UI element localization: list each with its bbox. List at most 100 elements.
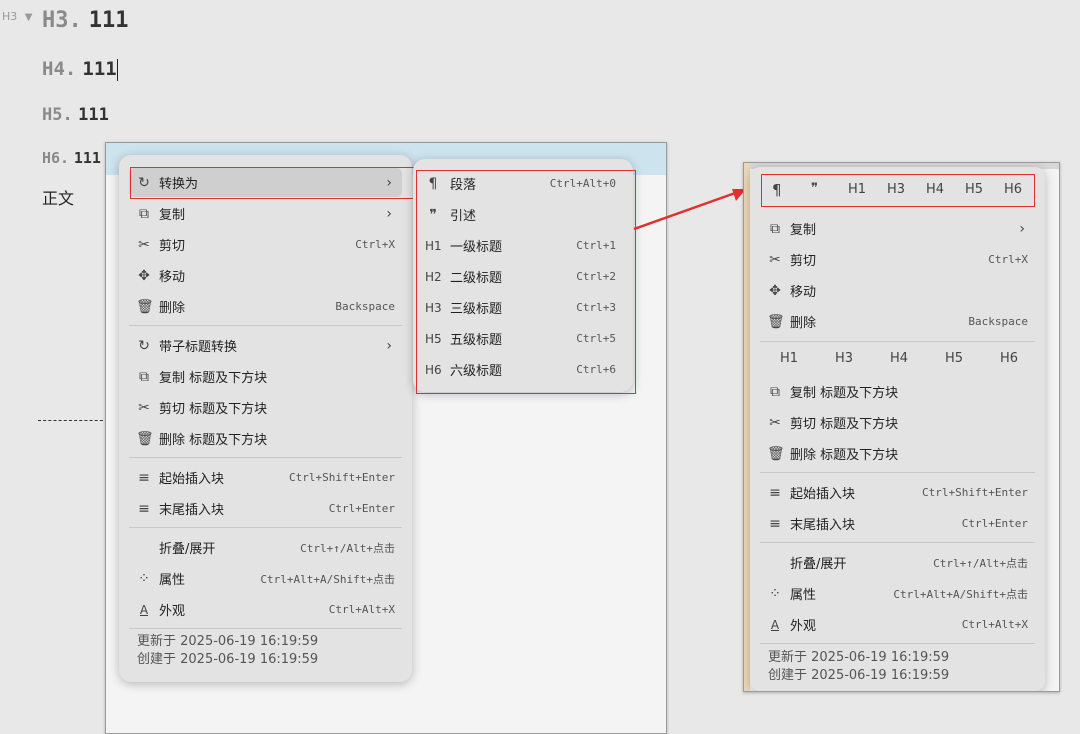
menu-label: 属性: [159, 573, 186, 588]
chevron-right-icon: ›: [1019, 220, 1025, 237]
menu-item-appearance[interactable]: A 外观 Ctrl+Alt+X: [119, 594, 412, 625]
menu-label: 末尾插入块: [790, 518, 856, 533]
updated-time: 更新于 2025-06-19 16:19:59: [768, 650, 950, 665]
arrow-annotation-icon: [633, 189, 746, 231]
menu-label: 外观: [790, 619, 817, 634]
menu-item-cut[interactable]: ✂ 剪切 Ctrl+X: [119, 229, 412, 260]
heading-row-h1-button[interactable]: H1: [780, 351, 798, 366]
heading-h6[interactable]: H6. 111: [42, 149, 101, 167]
menu-item-attributes[interactable]: ⁘ 属性 Ctrl+Alt+A/Shift+点击: [119, 563, 412, 594]
menu-item-move[interactable]: ✥ 移动: [750, 275, 1045, 306]
heading-text: 111: [78, 105, 109, 125]
menu-label: 复制: [159, 208, 186, 223]
menu-label: 删除: [159, 301, 186, 316]
menu-item-insert-after[interactable]: ≡ 末尾插入块 Ctrl+Enter: [750, 508, 1045, 539]
heading-row-h3-button[interactable]: H3: [835, 351, 853, 366]
separator: [760, 643, 1035, 644]
shortcut: Ctrl+Alt+A/Shift+点击: [260, 572, 395, 586]
attributes-icon: ⁘: [769, 585, 781, 602]
menu-label: 剪切 标题及下方块: [790, 417, 899, 432]
shortcut: Ctrl+Shift+Enter: [289, 471, 395, 484]
menu-item-delete[interactable]: 🗑 删除 Backspace: [119, 291, 412, 322]
shortcut: Ctrl+X: [355, 238, 395, 251]
menu-item-move[interactable]: ✥ 移动: [119, 260, 412, 291]
menu-item-appearance[interactable]: A 外观 Ctrl+Alt+X: [750, 609, 1045, 640]
menu-item-cut[interactable]: ✂ 剪切 Ctrl+X: [750, 244, 1045, 275]
menu-label: 删除 标题及下方块: [159, 433, 268, 448]
heading-text: 111: [82, 58, 117, 80]
menu-label: 移动: [159, 270, 186, 285]
heading-h3[interactable]: H3. 111: [42, 8, 129, 33]
heading-row-h5-button[interactable]: H5: [945, 351, 963, 366]
menu-item-copy[interactable]: ⧉ 复制 ›: [119, 198, 412, 229]
separator: [760, 542, 1035, 543]
menu-label: 起始插入块: [159, 472, 225, 487]
menu-item-attributes[interactable]: ⁘ 属性 Ctrl+Alt+A/Shift+点击: [750, 578, 1045, 609]
menu-item-insert-before[interactable]: ≡ 起始插入块 Ctrl+Shift+Enter: [119, 462, 412, 493]
separator: [129, 628, 402, 629]
menu-item-fold[interactable]: 折叠/展开 Ctrl+↑/Alt+点击: [750, 547, 1045, 578]
menu-item-cut-heading-below[interactable]: ✂ 剪切 标题及下方块: [119, 392, 412, 423]
menu-item-copy-heading-below[interactable]: ⧉ 复制 标题及下方块: [119, 361, 412, 392]
scissors-icon: ✂: [769, 414, 781, 431]
horizontal-rule: [38, 420, 108, 421]
heading-row-h6-button[interactable]: H6: [1000, 351, 1018, 366]
separator: [129, 457, 402, 458]
menu-item-insert-after[interactable]: ≡ 末尾插入块 Ctrl+Enter: [119, 493, 412, 524]
separator: [760, 472, 1035, 473]
scissors-icon: ✂: [138, 236, 150, 253]
text-cursor: [116, 58, 118, 81]
shortcut: Backspace: [335, 300, 395, 313]
menu-label: 剪切: [790, 254, 817, 269]
shortcut: Ctrl+↑/Alt+点击: [933, 556, 1028, 570]
body-paragraph[interactable]: 正文: [42, 185, 74, 209]
heading-text: 111: [73, 149, 101, 167]
move-icon: ✥: [769, 282, 781, 299]
menu-label: 复制 标题及下方块: [790, 386, 899, 401]
separator: [760, 341, 1035, 342]
appearance-icon: A: [139, 602, 149, 617]
copy-icon: ⧉: [770, 383, 780, 400]
menu-item-convert-with-children[interactable]: ↻ 带子标题转换 ›: [119, 330, 412, 361]
shortcut: Ctrl+Alt+X: [328, 603, 395, 616]
convert-icon: ↻: [138, 337, 150, 354]
menu-item-delete[interactable]: 🗑 删除 Backspace: [750, 306, 1045, 337]
shortcut: Ctrl+↑/Alt+点击: [300, 541, 395, 555]
separator: [129, 325, 402, 326]
heading-row-h4-button[interactable]: H4: [890, 351, 908, 366]
menu-item-delete-heading-below[interactable]: 🗑 删除 标题及下方块: [119, 423, 412, 454]
attributes-icon: ⁘: [138, 570, 150, 587]
collapse-triangle-icon[interactable]: ▼: [25, 12, 33, 23]
shortcut: Ctrl+Enter: [328, 502, 395, 515]
menu-item-insert-before[interactable]: ≡ 起始插入块 Ctrl+Shift+Enter: [750, 477, 1045, 508]
insert-after-icon: ≡: [138, 500, 150, 517]
menu-item-cut-heading-below[interactable]: ✂ 剪切 标题及下方块: [750, 407, 1045, 438]
heading-h5[interactable]: H5. 111: [42, 105, 109, 125]
copy-icon: ⧉: [770, 220, 780, 237]
menu-item-copy[interactable]: ⧉ 复制 ›: [750, 213, 1045, 244]
heading-prefix: H4.: [42, 58, 77, 80]
heading-convert-row: H1 H3 H4 H5 H6: [762, 351, 1032, 375]
gutter-label: H3: [2, 10, 18, 23]
menu-item-delete-heading-below[interactable]: 🗑 删除 标题及下方块: [750, 438, 1045, 469]
menu-label: 外观: [159, 604, 186, 619]
shortcut: Backspace: [968, 315, 1028, 328]
menu-label: 剪切 标题及下方块: [159, 402, 268, 417]
shortcut: Ctrl+Alt+X: [961, 618, 1028, 631]
heading-prefix: H6.: [42, 149, 70, 167]
created-time: 创建于 2025-06-19 16:19:59: [768, 668, 950, 683]
right-screenshot-frame: ¶ ❞ H1 H3 H4 H5 H6 ⧉ 复制 › ✂ 剪切 Ctrl+X ✥ …: [743, 162, 1060, 692]
menu-item-fold[interactable]: 折叠/展开 Ctrl+↑/Alt+点击: [119, 532, 412, 563]
heading-prefix: H3.: [42, 8, 82, 33]
menu-label: 属性: [790, 588, 817, 603]
menu-item-copy-heading-below[interactable]: ⧉ 复制 标题及下方块: [750, 376, 1045, 407]
menu-label: 折叠/展开: [159, 542, 216, 557]
copy-icon: ⧉: [139, 368, 149, 385]
separator: [129, 527, 402, 528]
gutter-heading-marker[interactable]: H3 ▼: [2, 10, 32, 23]
heading-h4[interactable]: H4. 111: [42, 58, 118, 81]
menu-label: 起始插入块: [790, 487, 856, 502]
highlight-convert-toolbar: [761, 174, 1035, 207]
menu-label: 带子标题转换: [159, 340, 238, 355]
scissors-icon: ✂: [769, 251, 781, 268]
